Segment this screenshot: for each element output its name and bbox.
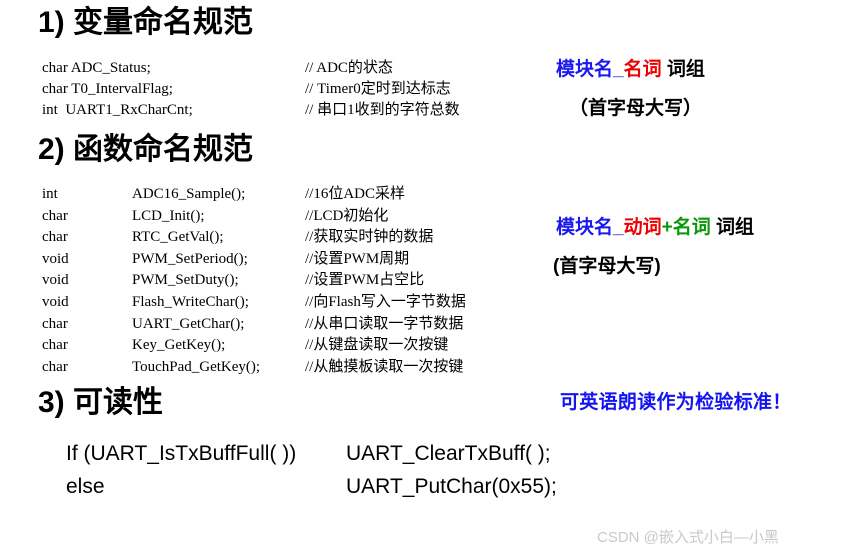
function-naming-annotation: 模块名_动词+名词 词组 (556, 216, 754, 240)
annotation-verb-label: 动词 (623, 217, 662, 238)
annotation-module-label: 模块名_ (556, 217, 624, 238)
function-table-row: char TouchPad_GetKey(); //从触摸板读取一次按键 (42, 357, 545, 379)
readability-code-line2-keyword: else (66, 475, 105, 498)
readability-code-line2-statement: UART_PutChar(0x55); (346, 475, 557, 498)
readability-code-line1-condition: If (UART_IsTxBuffFull( )) (66, 442, 297, 465)
section-2-heading: 2) 函数命名规范 (38, 133, 254, 166)
function-table-body: int ADC16_Sample(); //16位ADC采样 char LCD_Init… (42, 184, 545, 378)
function-signature: PWM_SetDuty(); (132, 272, 239, 289)
annotation-module-label: 模块名_ (556, 59, 624, 80)
function-signature: LCD_Init(); (132, 207, 205, 224)
function-comment: //获取实时钟的数据 (305, 229, 434, 246)
function-table-row: char LCD_Init(); //LCD初始化 (42, 206, 545, 228)
function-comment: //设置PWM占空比 (305, 272, 425, 289)
annotation-noun-label: 名词 (623, 59, 662, 80)
function-signature: RTC_GetVal(); (132, 229, 224, 246)
function-signature: Key_GetKey(); (132, 337, 226, 354)
readability-annotation: 可英语朗读作为检验标准！ (560, 392, 792, 413)
function-naming-table: int ADC16_Sample(); //16位ADC采样 char LCD_Init… (42, 184, 545, 378)
section-1-heading: 1) 变量命名规范 (38, 6, 254, 39)
function-table-row: int ADC16_Sample(); //16位ADC采样 (42, 184, 545, 206)
function-comment: //16位ADC采样 (305, 186, 406, 202)
function-table-row: void PWM_SetPeriod(); //设置PWM周期 (42, 249, 545, 271)
variable-naming-annotation-note: （首字母大写） (569, 98, 703, 119)
annotation-phrase-label: 词组 (661, 59, 705, 80)
function-naming-annotation-note: (首字母大写) (553, 256, 661, 277)
function-return-type: void (42, 293, 69, 310)
csdn-watermark: CSDN @嵌入式小白—小黑 (597, 529, 779, 546)
function-comment: //从串口读取一字节数据 (305, 315, 464, 332)
annotation-plus-sign: + (661, 217, 673, 238)
function-return-type: char (42, 337, 68, 354)
function-signature: TouchPad_GetKey(); (132, 358, 261, 375)
variable-comments-block: // ADC的状态 // Timer0定时到达标志 // 串口1收到的字符总数 (305, 60, 460, 118)
readability-code-sample: If (UART_IsTxBuffFull( )) UART_ClearTxBuf… (66, 437, 557, 503)
function-return-type: char (42, 229, 68, 246)
variable-declarations-block: char ADC_Status; char T0_IntervalFlag; i… (42, 60, 193, 118)
variable-naming-annotation: 模块名_名词 词组 (556, 58, 705, 82)
function-table-row: void Flash_WriteChar(); //向Flash写入一字节数据 (42, 292, 545, 314)
function-table-row: char Key_GetKey(); //从键盘读取一次按键 (42, 335, 545, 357)
function-comment: //LCD初始化 (305, 207, 389, 224)
function-signature: PWM_SetPeriod(); (132, 250, 248, 267)
function-table-row: void PWM_SetDuty(); //设置PWM占空比 (42, 270, 545, 292)
section-3-heading: 3) 可读性 (38, 386, 164, 419)
annotation-phrase-label: 词组 (710, 217, 754, 238)
function-signature: ADC16_Sample(); (132, 186, 246, 202)
function-return-type: int (42, 186, 58, 202)
function-comment: //向Flash写入一字节数据 (305, 293, 466, 310)
function-return-type: char (42, 358, 68, 375)
function-signature: UART_GetChar(); (132, 315, 245, 332)
function-return-type: void (42, 272, 69, 289)
function-return-type: char (42, 207, 68, 224)
function-table-row: char UART_GetChar(); //从串口读取一字节数据 (42, 314, 545, 336)
annotation-noun-label: 名词 (672, 217, 711, 238)
function-table-row: char RTC_GetVal(); //获取实时钟的数据 (42, 227, 545, 249)
function-signature: Flash_WriteChar(); (132, 293, 249, 310)
function-comment: //从键盘读取一次按键 (305, 337, 449, 354)
slide-canvas: 1) 变量命名规范 char ADC_Status; char T0_Inter… (0, 0, 843, 559)
function-comment: //设置PWM周期 (305, 250, 410, 267)
function-return-type: char (42, 315, 68, 332)
function-comment: //从触摸板读取一次按键 (305, 358, 464, 375)
readability-code-line1-statement: UART_ClearTxBuff( ); (346, 442, 551, 465)
function-return-type: void (42, 250, 69, 267)
